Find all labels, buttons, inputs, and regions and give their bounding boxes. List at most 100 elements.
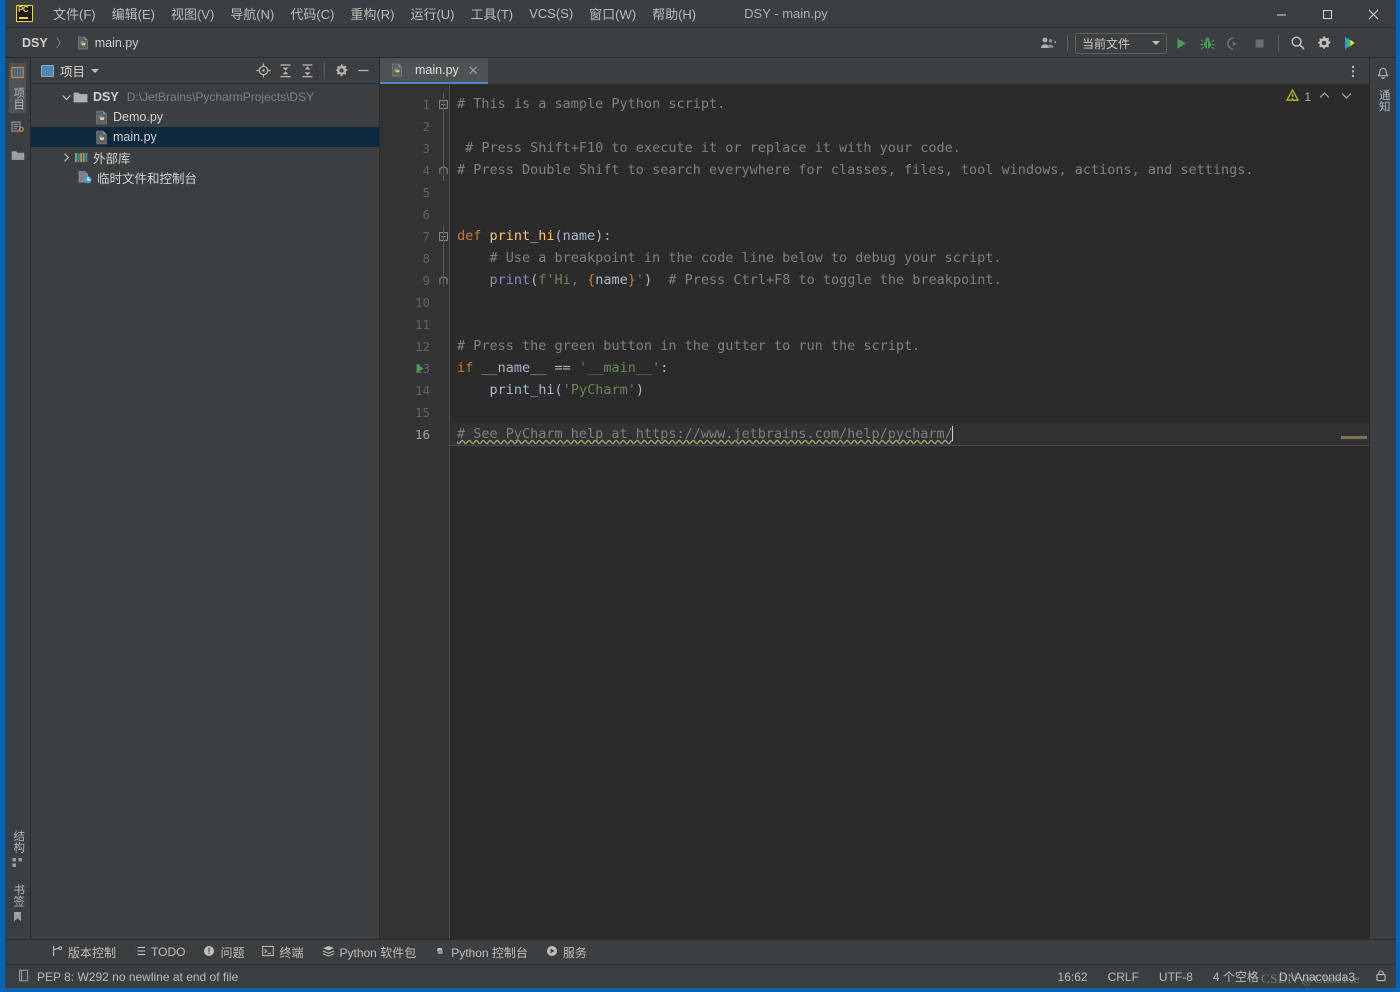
toolwindow-services[interactable]: 服务 xyxy=(538,942,595,963)
line-number: 3 xyxy=(422,140,430,156)
editor-folding-bar[interactable] xyxy=(438,85,449,939)
gear-icon[interactable] xyxy=(1312,31,1336,55)
expand-all-button[interactable] xyxy=(275,60,296,81)
list-icon xyxy=(134,945,146,960)
menu-edit[interactable]: 编辑(E) xyxy=(104,1,163,26)
code-dunder-name: __name__ xyxy=(481,360,555,376)
problems-icon xyxy=(203,945,215,960)
menu-navigate[interactable]: 导航(N) xyxy=(222,1,282,26)
tree-node-demo-py[interactable]: Demo.py xyxy=(31,107,379,127)
close-button[interactable] xyxy=(1350,0,1396,28)
toolwindow-problems[interactable]: 问题 xyxy=(195,942,252,963)
left-tool-stripe: 项目 结构 书签 xyxy=(5,58,31,939)
line-separator[interactable]: CRLF xyxy=(1105,969,1142,985)
status-message-area[interactable]: PEP 8: W292 no newline at end of file xyxy=(17,969,238,985)
inspection-widget[interactable]: 1 xyxy=(1286,88,1355,105)
minimize-button[interactable] xyxy=(1258,0,1304,28)
bell-icon xyxy=(1376,67,1390,86)
code-function-name: print_hi xyxy=(489,228,555,244)
previous-problem-button[interactable] xyxy=(1316,90,1333,104)
menu-view[interactable]: 视图(V) xyxy=(163,1,222,26)
chevron-right-icon[interactable] xyxy=(59,152,73,162)
code-string-pycharm: 'PyCharm' xyxy=(562,382,636,398)
menu-file[interactable]: 文件(F) xyxy=(45,1,104,26)
inspection-status-icon xyxy=(17,969,30,985)
breadcrumb-file-label: main.py xyxy=(94,35,139,50)
run-icon[interactable] xyxy=(1169,31,1193,55)
stripe-commit[interactable] xyxy=(9,117,26,141)
hide-panel-button[interactable] xyxy=(353,60,374,81)
code-line-3: # Press Shift+F10 to execute it or repla… xyxy=(457,140,961,156)
menu-help[interactable]: 帮助(H) xyxy=(644,1,704,26)
select-opened-file-button[interactable] xyxy=(253,60,274,81)
toolwindow-python-packages[interactable]: Python 软件包 xyxy=(314,942,425,963)
toolwindow-version-control[interactable]: 版本控制 xyxy=(43,942,124,963)
run-configuration-selector[interactable]: 当前文件 xyxy=(1075,32,1167,54)
user-icon[interactable] xyxy=(1036,31,1060,55)
tree-node-label: 外部库 xyxy=(93,151,131,166)
scrollbar-warning-marker[interactable] xyxy=(1341,436,1367,439)
toolwindow-label: 服务 xyxy=(562,945,587,960)
menu-vcs[interactable]: VCS(S) xyxy=(521,3,581,24)
code-brace-close: } xyxy=(627,272,636,288)
next-problem-button[interactable] xyxy=(1338,90,1355,104)
menu-tools[interactable]: 工具(T) xyxy=(462,1,521,26)
collapse-all-button[interactable] xyxy=(297,60,318,81)
stripe-structure[interactable]: 结构 xyxy=(9,827,26,877)
toolwindow-label: TODO xyxy=(151,945,186,959)
file-encoding[interactable]: UTF-8 xyxy=(1156,969,1196,985)
panel-options-button[interactable] xyxy=(331,60,352,81)
editor-scrollbar[interactable] xyxy=(1341,85,1369,939)
toolwindow-terminal[interactable]: 终端 xyxy=(254,942,311,963)
tree-node-scratches[interactable]: 临时文件和控制台 xyxy=(31,167,379,187)
breadcrumb-project[interactable]: DSY xyxy=(19,35,51,51)
tree-node-external-libraries[interactable]: 外部库 xyxy=(31,147,379,167)
stripe-notifications-label: 通知 xyxy=(1377,89,1390,112)
stripe-bookmarks[interactable]: 书签 xyxy=(9,881,26,931)
close-icon[interactable]: ✕ xyxy=(468,64,479,77)
tree-node-main-py[interactable]: main.py xyxy=(31,127,379,147)
code-editor[interactable]: 1 2 3 4 5 6 7 8 9 10 11 12 14 15 16 # Th… xyxy=(380,85,1369,939)
menu-window[interactable]: 窗口(W) xyxy=(581,1,644,26)
stripe-project[interactable]: 项目 xyxy=(9,63,26,113)
project-panel-title[interactable]: 项目 xyxy=(41,61,100,80)
tree-node-project-root[interactable]: DSY D:\JetBrains\PycharmProjects\DSY xyxy=(31,87,379,107)
menu-refactor[interactable]: 重构(R) xyxy=(342,1,402,26)
tree-node-label: DSY xyxy=(93,90,119,104)
stripe-notifications[interactable]: 通知 xyxy=(1374,64,1392,115)
folder-icon xyxy=(11,148,25,166)
debug-icon[interactable] xyxy=(1195,31,1219,55)
chevron-down-icon xyxy=(91,68,100,73)
project-panel-title-label: 项目 xyxy=(60,65,86,79)
editor-text[interactable]: # This is a sample Python script. # Pres… xyxy=(449,85,1369,939)
maximize-button[interactable] xyxy=(1304,0,1350,28)
indent-setting[interactable]: 4 个空格 xyxy=(1210,967,1262,986)
editor-gutter[interactable]: 1 2 3 4 5 6 7 8 9 10 11 12 14 15 16 xyxy=(380,85,438,939)
caret-position[interactable]: 16:62 xyxy=(1055,969,1091,985)
pycharm-logo-icon xyxy=(16,5,33,22)
breadcrumb-file[interactable]: main.py xyxy=(73,35,142,51)
code-call-print-hi: print_hi xyxy=(489,382,555,398)
search-icon[interactable] xyxy=(1286,31,1310,55)
lock-icon[interactable] xyxy=(1372,968,1390,986)
bookmark-icon xyxy=(11,910,24,928)
toolwindow-label: 版本控制 xyxy=(68,945,117,960)
menu-code[interactable]: 代码(C) xyxy=(282,1,342,26)
line-number: 1 xyxy=(422,96,430,112)
toolwindow-todo[interactable]: TODO xyxy=(126,943,193,962)
commit-icon xyxy=(11,120,24,138)
python-interpreter[interactable]: D:\Anaconda3 xyxy=(1276,969,1358,985)
toolwindow-python-console[interactable]: Python 控制台 xyxy=(426,942,536,963)
code-paren-close: ) xyxy=(635,382,644,398)
title-bar: 文件(F) 编辑(E) 视图(V) 导航(N) 代码(C) 重构(R) 运行(U… xyxy=(5,0,1396,28)
updates-icon[interactable] xyxy=(1338,31,1362,55)
chevron-down-icon xyxy=(1152,41,1160,45)
menu-run[interactable]: 运行(U) xyxy=(402,1,462,26)
tab-main-py[interactable]: main.py ✕ xyxy=(380,58,488,84)
editor-options-button[interactable] xyxy=(1343,60,1363,82)
stripe-files[interactable] xyxy=(9,145,27,169)
run-line-icon[interactable] xyxy=(414,357,426,379)
chevron-down-icon[interactable] xyxy=(59,93,73,102)
